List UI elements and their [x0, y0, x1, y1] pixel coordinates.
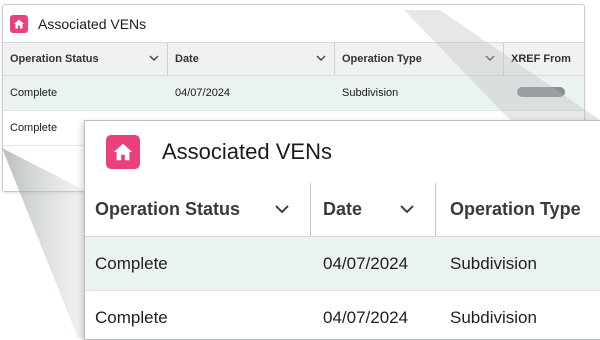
- chevron-down-icon[interactable]: [399, 201, 415, 219]
- column-label: Date: [323, 199, 363, 219]
- column-operation-status[interactable]: Operation Status: [85, 183, 311, 236]
- table-row[interactable]: Complete 04/07/2024 Subdivision: [85, 237, 600, 291]
- cell-status: Complete: [10, 87, 58, 99]
- chevron-down-icon[interactable]: [316, 54, 326, 65]
- column-label: Operation Status: [10, 53, 99, 65]
- panel-title: Associated VENs: [162, 139, 332, 164]
- cell-date: 04/07/2024: [175, 87, 231, 99]
- cell-type: Subdivision: [450, 253, 537, 273]
- cell-date: 04/07/2024: [323, 253, 409, 273]
- column-label: Date: [175, 53, 199, 65]
- associated-vens-panel-zoomed: Associated VENs Operation Status Date Op…: [84, 120, 600, 340]
- column-label: Operation Status: [95, 199, 241, 219]
- panel-header: Associated VENs: [85, 121, 600, 183]
- table-row[interactable]: Complete 04/07/2024 Subdivision: [85, 291, 600, 339]
- chevron-down-icon[interactable]: [274, 201, 290, 219]
- cell-status: Complete: [95, 307, 168, 327]
- cell-xref: [504, 86, 584, 100]
- panel-title: Associated VENs: [38, 15, 147, 32]
- redacted-value: [517, 86, 565, 97]
- column-label: Operation Type: [450, 199, 581, 219]
- column-date[interactable]: Date: [168, 43, 335, 75]
- column-operation-status[interactable]: Operation Status: [3, 43, 168, 75]
- cell-status: Complete: [95, 253, 168, 273]
- table-row[interactable]: Complete 04/07/2024 Subdivision: [3, 76, 584, 111]
- cell-type: Subdivision: [450, 307, 537, 327]
- home-icon: [10, 14, 28, 33]
- column-operation-type[interactable]: Operation Type: [436, 183, 600, 236]
- panel-header: Associated VENs: [3, 5, 584, 42]
- chevron-down-icon[interactable]: [485, 54, 495, 65]
- column-xref-from[interactable]: XREF From: [504, 43, 584, 75]
- column-label: Operation Type: [342, 53, 422, 65]
- column-operation-type[interactable]: Operation Type: [335, 43, 504, 75]
- chevron-down-icon[interactable]: [149, 54, 159, 65]
- cell-date: 04/07/2024: [323, 307, 409, 327]
- table-header: Operation Status Date Operation Type: [85, 183, 600, 237]
- column-date[interactable]: Date: [311, 183, 436, 236]
- column-label: XREF From: [511, 53, 571, 65]
- cell-type: Subdivision: [342, 87, 399, 99]
- home-icon: [106, 135, 140, 169]
- table-header: Operation Status Date Operation Type XRE…: [3, 42, 584, 76]
